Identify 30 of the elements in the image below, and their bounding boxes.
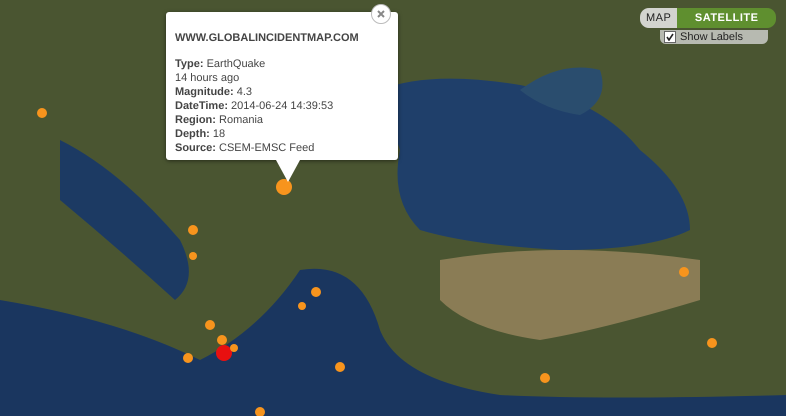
map-type-tab[interactable]: MAP	[640, 8, 678, 28]
earthquake-marker-icon[interactable]	[205, 320, 215, 330]
popup-detail: Source: CSEM-EMSC Feed	[175, 141, 316, 155]
earthquake-marker-icon[interactable]	[276, 179, 292, 195]
earthquake-marker-icon[interactable]	[183, 353, 193, 363]
earthquake-marker-icon[interactable]	[188, 225, 198, 235]
earthquake-marker-icon[interactable]	[230, 344, 238, 352]
earthquake-marker-icon[interactable]	[311, 287, 321, 297]
earthquake-marker-icon[interactable]	[707, 338, 717, 348]
earthquake-marker-icon[interactable]	[335, 362, 345, 372]
popup-detail: Magnitude: 4.3	[175, 85, 254, 99]
popup-detail: 14 hours ago	[175, 71, 240, 85]
earthquake-marker-icon[interactable]	[298, 302, 306, 310]
earthquake-marker-icon[interactable]	[37, 108, 47, 118]
earthquake-marker-icon[interactable]	[189, 252, 197, 260]
earthquake-marker-icon[interactable]	[217, 335, 227, 345]
earthquake-marker-icon[interactable]	[255, 407, 265, 416]
popup-detail: Depth: 18	[175, 127, 226, 141]
show-labels-label: Show Labels	[680, 31, 743, 43]
popup-detail: DateTime: 2014-06-24 14:39:53	[175, 99, 334, 113]
popup-title: WWW.GLOBALINCIDENTMAP.COM	[175, 32, 360, 44]
checkbox-icon[interactable]	[664, 31, 676, 43]
close-icon	[377, 10, 385, 18]
popup-detail: Region: Romania	[175, 113, 264, 127]
earthquake-marker-icon[interactable]	[679, 267, 689, 277]
earthquake-marker-icon[interactable]	[540, 373, 550, 383]
show-labels-checkbox[interactable]: Show Labels	[660, 30, 768, 44]
map-type-tab[interactable]: SATELLITE	[677, 8, 776, 28]
popup-detail: Type: EarthQuake	[175, 57, 266, 71]
earthquake-marker-icon[interactable]	[216, 345, 232, 361]
